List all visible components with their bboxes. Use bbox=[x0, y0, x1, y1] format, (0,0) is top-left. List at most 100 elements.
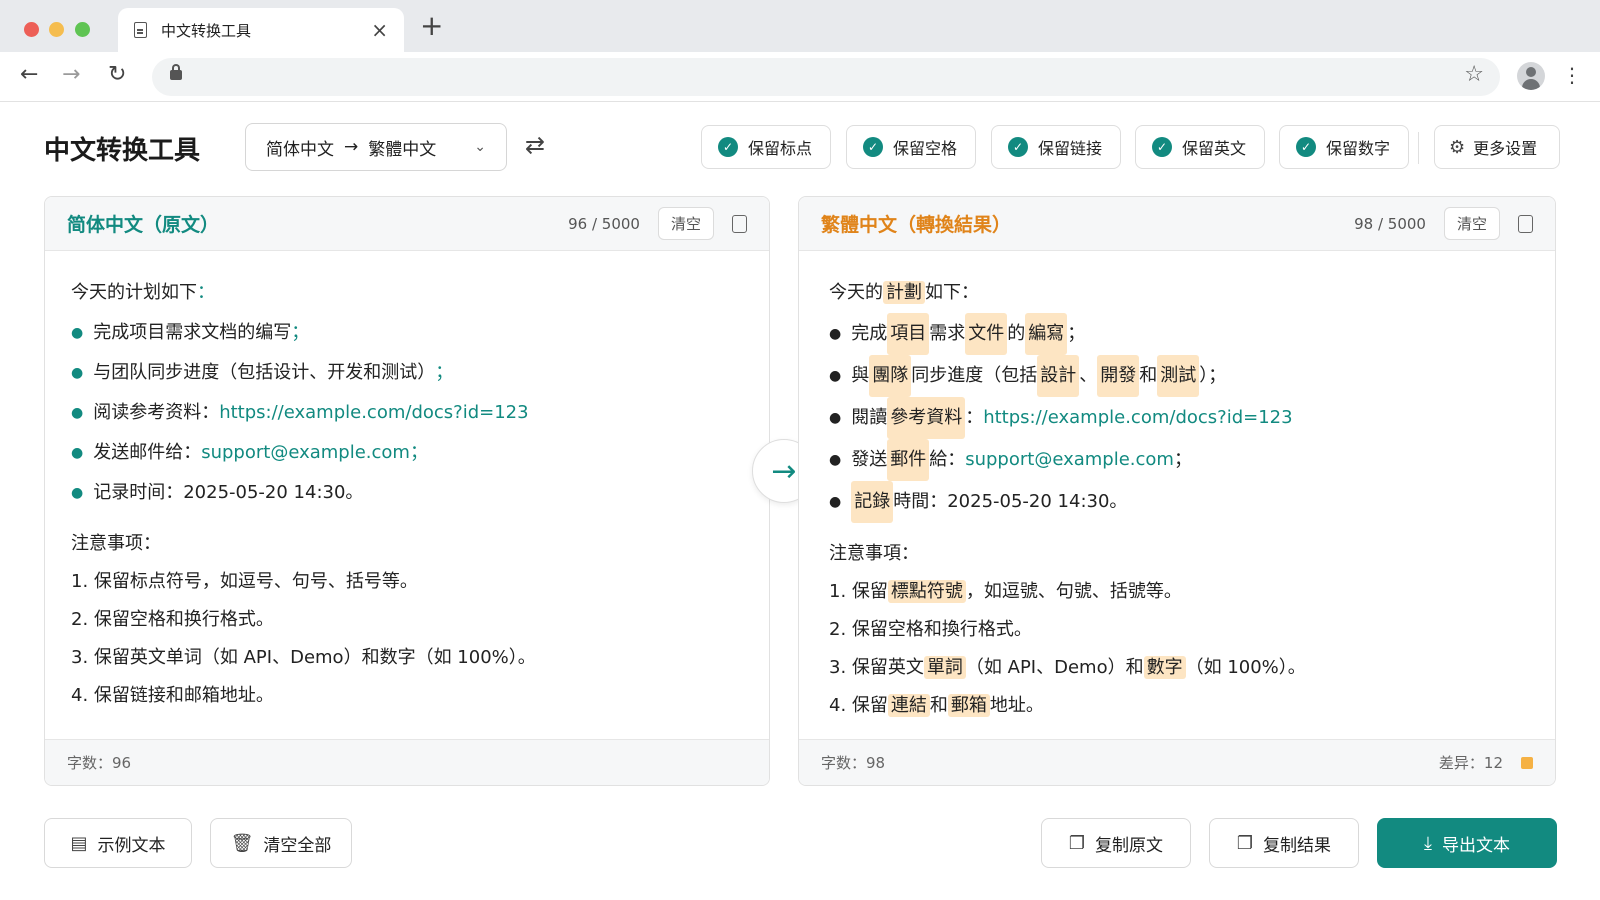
result-panel-title: 繁體中文（轉換結果） bbox=[821, 214, 1012, 236]
result-panel-header: 繁體中文（轉換結果） 98 / 5000 清空 bbox=[799, 197, 1555, 251]
window-close-dot[interactable] bbox=[24, 22, 39, 37]
check-icon: ✓ bbox=[863, 137, 883, 157]
source-panel: 简体中文（原文） 96 / 5000 清空 今天的计划如下： ● 完成项目需求文档… bbox=[44, 196, 770, 786]
source-word-count: 字数：96 bbox=[67, 754, 132, 772]
option-keep-links[interactable]: ✓ 保留链接 bbox=[991, 125, 1121, 169]
copy-result-label: 复制结果 bbox=[1263, 835, 1332, 856]
result-panel-footer: 字数：98 差异：12 bbox=[799, 739, 1555, 785]
trash-icon: 🗑 bbox=[230, 832, 254, 854]
source-panel-footer: 字数：96 bbox=[45, 739, 769, 785]
export-text-button[interactable]: ⤓ 导出文本 bbox=[1377, 818, 1557, 868]
profile-avatar-icon[interactable] bbox=[1517, 62, 1545, 90]
text-line: 今天的计划如下： bbox=[71, 282, 215, 303]
lock-icon bbox=[170, 64, 182, 80]
divider bbox=[1418, 132, 1419, 164]
reload-icon[interactable]: ↻ bbox=[108, 64, 126, 86]
check-icon: ✓ bbox=[718, 137, 738, 157]
result-text-area[interactable]: 今天的 計劃 如下： ● 完成 項目 需求 文件的編寫； ● 與團隊 同步進度（包括 設計、開發和… bbox=[799, 251, 1555, 725]
copy-icon: ❐ bbox=[1236, 832, 1254, 854]
window-minimize-dot[interactable] bbox=[49, 22, 64, 37]
gear-icon: ⚙ bbox=[1449, 136, 1466, 158]
clear-all-label: 清空全部 bbox=[263, 835, 332, 856]
note-line: 2. 保留空格和换行格式。 bbox=[71, 609, 274, 630]
diff-count: 差异：12 bbox=[1438, 754, 1503, 772]
url-link[interactable]: https://example.com/docs?id=123 bbox=[983, 398, 1292, 438]
notes-title: 注意事項： bbox=[829, 543, 919, 564]
result-word-count: 字数：98 bbox=[821, 754, 886, 772]
sample-text-label: 示例文本 bbox=[97, 835, 166, 856]
option-keep-spaces[interactable]: ✓ 保留空格 bbox=[846, 125, 976, 169]
clear-all-button[interactable]: 🗑 清空全部 bbox=[210, 818, 352, 868]
option-label: 保留英文 bbox=[1182, 139, 1247, 158]
note-line: 3. 保留英文单词（如 API、Demo）和数字（如 100%）。 bbox=[71, 647, 536, 668]
tab-title: 中文转换工具 bbox=[161, 21, 252, 40]
window-maximize-dot[interactable] bbox=[75, 22, 90, 37]
sample-text-button[interactable]: ▤ 示例文本 bbox=[44, 818, 192, 868]
forward-icon[interactable]: → bbox=[62, 64, 80, 86]
email-link[interactable]: support@example.com bbox=[965, 440, 1174, 480]
list-item: ● 发送邮件给： support@example.com； bbox=[71, 433, 743, 473]
export-text-label: 导出文本 bbox=[1441, 835, 1510, 856]
list-item: ● 閱讀 參考資料： https://example.com/docs?id=123 bbox=[829, 397, 1529, 439]
swap-icon[interactable]: ⇄ bbox=[525, 133, 545, 157]
copy-icon: ❐ bbox=[1068, 832, 1086, 854]
check-icon: ✓ bbox=[1296, 137, 1316, 157]
copy-icon[interactable] bbox=[1518, 214, 1533, 233]
result-panel: 繁體中文（轉換結果） 98 / 5000 清空 今天的 計劃 如下： ● 完成 項目 需求… bbox=[798, 196, 1556, 786]
option-keep-punctuation[interactable]: ✓ 保留标点 bbox=[701, 125, 831, 169]
list-item: ● 與團隊 同步進度（包括 設計、開發和測試）； bbox=[829, 355, 1529, 397]
back-icon[interactable]: ← bbox=[20, 64, 38, 86]
list-item: ● 發送 郵件 給： support@example.com； bbox=[829, 439, 1529, 481]
page-title: 中文转换工具 bbox=[44, 136, 201, 166]
arrow-right-icon: → bbox=[344, 137, 359, 157]
language-direction-select[interactable]: 简体中文 → 繁體中文 ⌄ bbox=[245, 123, 507, 171]
email-link[interactable]: support@example.com bbox=[201, 433, 410, 473]
address-bar: ← → ↻ ☆ ⋮ bbox=[0, 52, 1600, 102]
copy-source-label: 复制原文 bbox=[1095, 835, 1164, 856]
more-settings-label: 更多设置 bbox=[1473, 139, 1538, 158]
result-char-count: 98 / 5000 bbox=[1354, 214, 1426, 233]
source-panel-title: 简体中文（原文） bbox=[67, 214, 220, 236]
target-language: 繁體中文 bbox=[368, 139, 437, 160]
chevron-down-icon: ⌄ bbox=[474, 139, 486, 155]
copy-source-button[interactable]: ❐ 复制原文 bbox=[1041, 818, 1191, 868]
option-keep-numbers[interactable]: ✓ 保留数字 bbox=[1279, 125, 1409, 169]
option-label: 保留链接 bbox=[1038, 139, 1103, 158]
note-line: 3. 保留英文 單詞 （如 API、Demo）和 數字 （如 100%）。 bbox=[829, 656, 1306, 679]
list-item: ● 阅读参考资料： https://example.com/docs?id=123 bbox=[71, 393, 743, 433]
new-tab-icon[interactable]: + bbox=[420, 12, 443, 40]
source-clear-button[interactable]: 清空 bbox=[657, 207, 714, 240]
note-line: 1. 保留 標點符號 ，如逗號、句號、括號等。 bbox=[829, 580, 1182, 603]
menu-icon[interactable]: ⋮ bbox=[1562, 65, 1582, 85]
option-keep-english[interactable]: ✓ 保留英文 bbox=[1135, 125, 1265, 169]
arrow-right-icon: → bbox=[771, 453, 797, 489]
list-item: ● 完成 項目 需求 文件的編寫； bbox=[829, 313, 1529, 355]
note-line: 2. 保留空格和換行格式。 bbox=[829, 619, 1032, 640]
close-icon[interactable]: × bbox=[371, 20, 388, 40]
more-settings-button[interactable]: ⚙ 更多设置 bbox=[1434, 125, 1560, 169]
document-icon: ▤ bbox=[70, 832, 88, 854]
list-item: ● 记录时间：2025-05-20 14:30。 bbox=[71, 482, 364, 503]
note-line: 4. 保留链接和邮箱地址。 bbox=[71, 685, 274, 706]
option-label: 保留数字 bbox=[1326, 139, 1391, 158]
check-icon: ✓ bbox=[1008, 137, 1028, 157]
diff-legend-swatch bbox=[1521, 756, 1533, 769]
list-item: ● 与团队同步进度（包括设计、开发和测试）； bbox=[71, 362, 454, 383]
source-panel-header: 简体中文（原文） 96 / 5000 清空 bbox=[45, 197, 769, 251]
source-text-area[interactable]: 今天的计划如下： ● 完成项目需求文档的编写； ● 与团队同步进度（包括设计、开发和… bbox=[45, 251, 769, 715]
url-link[interactable]: https://example.com/docs?id=123 bbox=[219, 393, 528, 433]
url-input[interactable]: ☆ bbox=[152, 58, 1500, 96]
source-language: 简体中文 bbox=[266, 139, 334, 160]
list-item: ● 完成项目需求文档的编写； bbox=[71, 322, 310, 343]
download-icon: ⤓ bbox=[1424, 832, 1432, 854]
result-clear-button[interactable]: 清空 bbox=[1443, 207, 1500, 240]
note-line: 1. 保留标点符号，如逗号、句号、括号等。 bbox=[71, 571, 418, 592]
copy-icon[interactable] bbox=[732, 214, 747, 233]
copy-result-button[interactable]: ❐ 复制结果 bbox=[1209, 818, 1359, 868]
browser-tab[interactable]: 中文转换工具 × bbox=[118, 8, 404, 52]
option-label: 保留空格 bbox=[893, 139, 958, 158]
text-line: 今天的 計劃 如下： bbox=[829, 281, 979, 304]
star-icon[interactable]: ☆ bbox=[1464, 64, 1484, 86]
document-icon bbox=[134, 22, 147, 38]
list-item: ● 記錄 時間：2025-05-20 14:30。 bbox=[829, 481, 1529, 523]
